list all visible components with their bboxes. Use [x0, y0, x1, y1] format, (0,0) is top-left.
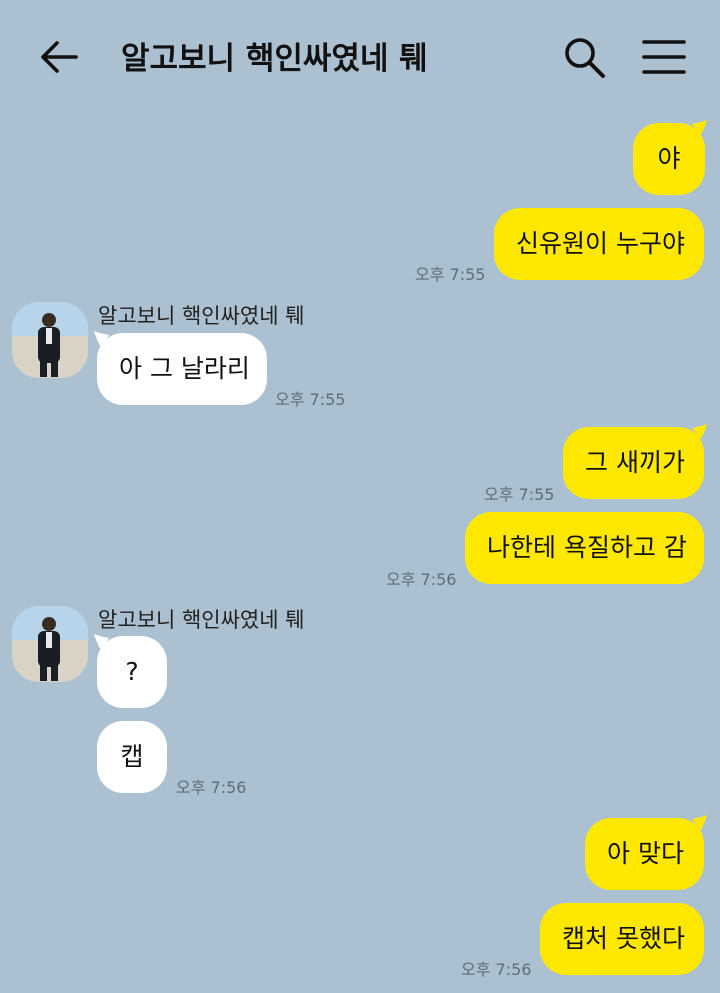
message-text: 캡	[120, 742, 144, 771]
message-timestamp: 오후 7:55	[275, 390, 346, 409]
their-message-bubble[interactable]: 캡	[97, 721, 167, 793]
search-icon[interactable]	[561, 34, 607, 80]
message-text: ?	[125, 657, 139, 686]
bubble-tail	[692, 815, 707, 831]
message-text: 아 그 날라리	[119, 354, 250, 383]
message-timestamp: 오후 7:55	[415, 265, 486, 284]
message-text: 나한테 욕질하고 감	[487, 533, 687, 562]
their-message-bubble[interactable]: 아 그 날라리	[97, 333, 267, 405]
sender-name: 알고보니 핵인싸였네 퉤	[98, 608, 305, 632]
their-message-bubble[interactable]: ?	[97, 636, 167, 708]
avatar[interactable]	[12, 302, 88, 378]
message-text: 아 맞다	[607, 839, 684, 868]
chat-title: 알고보니 핵인싸였네 퉤	[121, 41, 428, 77]
message-text: 그 새끼가	[585, 448, 685, 477]
message-timestamp: 오후 7:56	[386, 570, 457, 589]
my-message-bubble[interactable]: 신유원이 누구야	[494, 208, 704, 280]
my-message-bubble[interactable]: 그 새끼가	[563, 427, 704, 499]
hamburger-menu-icon[interactable]	[642, 38, 686, 76]
message-text: 캡처 못했다	[562, 924, 685, 953]
message-text: 야	[657, 144, 681, 173]
avatar[interactable]	[12, 606, 88, 682]
message-timestamp: 오후 7:55	[484, 485, 555, 504]
sender-name: 알고보니 핵인싸였네 퉤	[98, 304, 305, 328]
profile-photo-image	[12, 302, 88, 378]
bubble-tail	[692, 120, 707, 136]
my-message-bubble[interactable]: 나한테 욕질하고 감	[465, 512, 704, 584]
message-text: 신유원이 누구야	[516, 229, 685, 258]
message-timestamp: 오후 7:56	[461, 960, 532, 979]
profile-photo-image	[12, 606, 88, 682]
my-message-bubble[interactable]: 아 맞다	[585, 818, 704, 890]
message-timestamp: 오후 7:56	[176, 778, 247, 797]
my-message-bubble[interactable]: 캡처 못했다	[540, 903, 704, 975]
arrow-left-icon[interactable]	[38, 36, 80, 78]
chat-header: 알고보니 핵인싸였네 퉤	[0, 0, 720, 110]
bubble-tail	[692, 424, 707, 440]
